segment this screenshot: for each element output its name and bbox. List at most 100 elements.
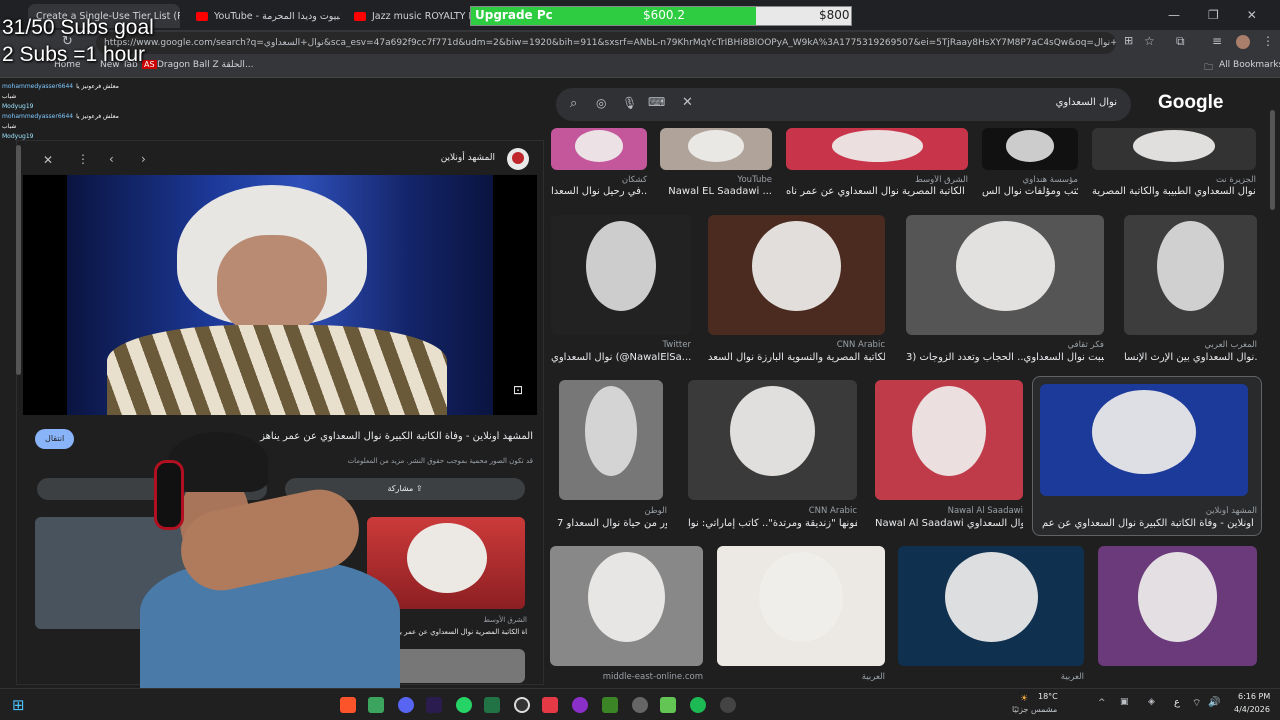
visit-label: انتقال [45, 434, 65, 443]
result-source: الوطن [644, 506, 667, 516]
upgrade-label: Upgrade Pc [475, 8, 553, 22]
result-image[interactable] [688, 380, 857, 500]
result-image[interactable] [875, 380, 1023, 500]
keyboard-icon[interactable]: ⌨ [648, 95, 665, 109]
bookmark-dbz[interactable]: Dragon Ball Z الحلقة... [157, 60, 254, 70]
app-circle-icon[interactable] [572, 697, 588, 713]
tab-youtube-1[interactable]: YouTube - إيستبيوت وديدا المحرمة✕ [188, 4, 340, 28]
excel-icon[interactable] [484, 697, 500, 713]
tray-chevron-icon[interactable]: ^ [1098, 698, 1106, 708]
result-title[interactable]: المشهد أونلاين - وفاة الكاتبة الكبيرة نو… [1042, 518, 1257, 529]
lens-icon[interactable]: ◎ [596, 96, 606, 110]
result-title[interactable]: في رحيل نوال السعدا... [551, 186, 647, 197]
premiere-icon[interactable] [426, 697, 442, 713]
upgrade-target: $800 [819, 8, 850, 22]
hair-shape [1006, 130, 1054, 162]
minecraft-icon[interactable] [602, 697, 618, 713]
result-image[interactable] [786, 128, 968, 170]
result-image[interactable] [1040, 384, 1248, 496]
result-source: CNN Arabic [808, 506, 857, 516]
address-bar-row: ↻ https://www.google.com/search?q=نوال+ا… [0, 30, 1280, 56]
result-image[interactable] [1098, 546, 1257, 666]
more-menu-icon[interactable]: ⋮ [1262, 34, 1274, 48]
result-title[interactable]: وفاة الكاتبة المصرية نوال السعداوي عن عم… [786, 186, 968, 197]
app-icon[interactable] [368, 697, 384, 713]
acrobat-icon[interactable] [542, 697, 558, 713]
close-icon[interactable]: ✕ [43, 153, 53, 167]
hair-shape [575, 130, 623, 162]
discord-icon[interactable] [398, 697, 414, 713]
preview-image [67, 175, 493, 415]
result-title[interactable]: كتب ومؤلفات نوال الس... [982, 186, 1078, 197]
bookmark-star-icon[interactable]: ☆ [1144, 34, 1155, 48]
mic-icon[interactable]: 🎙 [622, 96, 637, 110]
result-image[interactable] [1124, 215, 1257, 335]
hair-shape [752, 221, 841, 311]
search-query: نوال السعداوي [1055, 97, 1117, 108]
more-vert-icon[interactable]: ⋮ [77, 152, 89, 166]
spotify-icon[interactable] [690, 697, 706, 713]
result-image[interactable] [551, 215, 691, 335]
result-title[interactable]: Nawal Al Saadawi نوال السعداوي [875, 518, 1023, 529]
result-image[interactable] [559, 380, 663, 500]
result-image[interactable] [906, 215, 1104, 335]
result-source: كشكان [621, 175, 647, 185]
webcam-overlay [140, 400, 410, 688]
close-window-icon[interactable]: ✕ [1247, 8, 1257, 22]
tab-youtube-2[interactable]: Jazz music ROYALTY FREE Bac... [346, 4, 470, 28]
visit-button[interactable]: انتقال [35, 429, 75, 449]
clock-time[interactable]: 6:16 PM [1238, 692, 1270, 701]
tab-label: YouTube - إيستبيوت وديدا المحرمة [214, 10, 340, 22]
whatsapp-icon[interactable] [456, 697, 472, 713]
chat-message: mohammedyasser6644 معلش فرعونيز يا شباب [2, 112, 132, 132]
search-box[interactable]: ⌕ ◎ 🎙 ⌨ ✕ نوال السعداوي [556, 88, 1131, 121]
result-image[interactable] [708, 215, 885, 335]
result-image[interactable] [660, 128, 772, 170]
result-title[interactable]: 7 صور من حياة نوال السعداو... [557, 518, 667, 529]
result-image[interactable] [717, 546, 885, 666]
menu-lines-icon[interactable]: ≡ [1212, 34, 1222, 48]
extensions-icon[interactable]: ⧉ [1176, 34, 1185, 49]
result-image[interactable] [898, 546, 1084, 666]
obs-icon[interactable] [514, 697, 530, 713]
profile-avatar[interactable] [1236, 35, 1250, 49]
related-source: الشرق الأوسط [483, 616, 527, 624]
tray-app-icon[interactable]: ◈ [1148, 697, 1155, 707]
tray-app-icon[interactable]: ▣ [1120, 697, 1129, 707]
chevron-right-icon[interactable]: › [141, 152, 146, 166]
maximize-icon[interactable]: ❐ [1208, 8, 1219, 22]
result-image[interactable] [551, 128, 647, 170]
brave-icon[interactable] [340, 697, 356, 713]
chat-user: mohammedyasser6644 [2, 83, 74, 90]
search-icon[interactable]: ⌕ [570, 96, 577, 111]
result-title[interactable]: وفاة الكاتبة المصرية والنسوية البارزة نو… [708, 352, 885, 363]
wifi-icon[interactable]: ⌔ [1192, 697, 1201, 710]
clock-date[interactable]: 4/4/2026 [1234, 705, 1270, 714]
clear-icon[interactable]: ✕ [682, 95, 693, 110]
windows-start-icon[interactable]: ⊞ [12, 696, 25, 714]
result-title[interactable]: نوال السعداوي (@NawalElSa... [551, 352, 691, 363]
scrollbar[interactable] [1270, 110, 1275, 210]
translate-icon[interactable]: ⊞ [1124, 34, 1133, 47]
volume-icon[interactable]: 🔊 [1208, 697, 1220, 708]
result-image[interactable] [982, 128, 1078, 170]
result-title[interactable]: ماذا أحببت نوال السعداوي.. الحجاب وتعدد … [906, 352, 1104, 363]
lens-search-icon[interactable]: ⊡ [513, 383, 523, 397]
result-title[interactable]: نوال السعداوي الطبيبة والكاتبة المصرية |… [1092, 186, 1256, 197]
media-icon[interactable] [720, 697, 736, 713]
input-language[interactable]: ع [1174, 697, 1180, 708]
result-title[interactable]: Nawal EL Saadawi ... [660, 186, 772, 197]
chat-message: Modyug19 [2, 132, 132, 142]
preview-image-frame[interactable]: ⊡ [23, 175, 537, 415]
result-image[interactable] [550, 546, 703, 666]
settings-icon[interactable] [632, 697, 648, 713]
result-title[interactable]: يصفونها "زنديقة ومرتدة".. كاتب إماراتي: … [688, 518, 857, 529]
result-image[interactable] [1092, 128, 1256, 170]
result-title[interactable]: نوال السعداوي بين الإرث الإنسا... [1124, 352, 1257, 363]
bookmark-all[interactable]: All Bookmarks [1219, 60, 1280, 70]
preview-scrollbar[interactable] [16, 145, 21, 375]
notepad-icon[interactable] [660, 697, 676, 713]
minimize-icon[interactable]: — [1168, 8, 1180, 22]
chevron-left-icon[interactable]: ‹ [109, 152, 114, 166]
url-field[interactable]: https://www.google.com/search?q=نوال+الس… [96, 32, 1116, 54]
